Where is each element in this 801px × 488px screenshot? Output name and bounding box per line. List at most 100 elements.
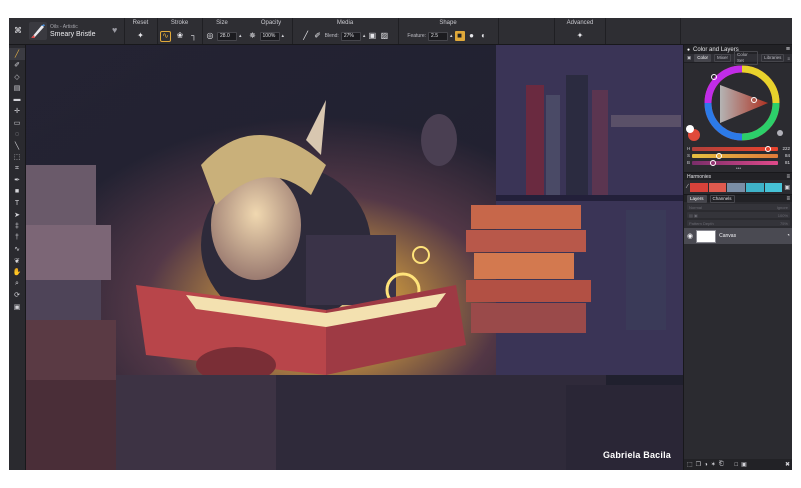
tab-layers[interactable]: Layers [687,194,707,203]
size-field[interactable]: 28.0 [217,31,237,41]
media-brush-icon[interactable]: ╱ [301,31,311,41]
lock-shape-icon[interactable]: ■ [454,31,465,41]
new-layer-icon[interactable]: ⬚ [687,461,693,468]
color-swatch[interactable] [764,182,783,192]
panel-title: Color and Layers [693,46,739,53]
slider-label: B [687,160,691,165]
fill-icon[interactable]: ▤ [9,83,25,95]
eyedropper-icon[interactable]: ‡ [9,221,25,233]
crop-icon[interactable]: ⌗ [9,163,25,175]
smudge-icon[interactable]: ❦ [9,255,25,267]
mask-icon[interactable]: ◑ [704,462,708,468]
dropper-icon[interactable]: † [9,232,25,244]
blender-icon[interactable]: ✐ [9,60,25,72]
pen-icon[interactable]: ✒ [9,175,25,187]
color-section-icon: ▣ [687,55,692,60]
slider-h[interactable]: H 222 [684,145,792,152]
line-icon[interactable]: ╲ [9,140,25,152]
depth-label: Pattern Depth [689,220,714,226]
layer-item-canvas[interactable]: ◉ Canvas ◔ [684,228,792,244]
hand-icon[interactable]: ✋ [9,267,25,279]
group-icon[interactable]: ❐ [696,461,701,468]
depth-row[interactable]: Pattern Depth 75% [687,220,790,226]
layers-menu-icon[interactable]: ≡ [786,196,790,202]
size-stepper-icon[interactable]: ▴ [239,33,242,39]
blend-mode-row[interactable]: Normal Ignore [687,204,790,210]
slider-b[interactable]: B 81 [684,159,792,166]
liquify-icon[interactable]: ∿ [9,244,25,256]
brush-library-icon[interactable]: ⌘ [13,26,23,36]
trash-icon[interactable]: ✖ [785,461,790,468]
panel-dot-icon: ● [687,46,691,53]
select-rect-icon[interactable]: ▭ [9,117,25,129]
tab-channels[interactable]: Channels [709,194,735,203]
slider-track[interactable] [692,145,778,152]
pointer-icon[interactable]: ➤ [9,209,25,221]
text-icon[interactable]: T [9,198,25,210]
lock-layer-icon[interactable]: ▣ [741,461,747,468]
shape-tilt-icon[interactable]: ◐ [479,31,489,41]
square-icon[interactable]: □ [735,462,739,468]
opacity-field[interactable]: 100% [259,31,280,41]
shape-icon[interactable]: ■ [9,186,25,198]
brush-thumbnail-icon[interactable] [29,22,47,40]
zoom-icon[interactable]: ⌕ [9,278,25,290]
media-smudge-icon[interactable]: ✐ [313,31,323,41]
slider-value[interactable]: 81 [780,160,790,165]
slider-track[interactable] [692,152,778,159]
feature-stepper-icon[interactable]: ▴ [450,33,453,39]
eraser-icon[interactable]: ◇ [9,71,25,83]
transform-icon[interactable]: ⬚ [9,152,25,164]
opacity-row[interactable]: ▤ ▣ 100% [687,212,790,218]
eraser-block-icon[interactable]: ▬ [9,94,25,106]
slider-value[interactable]: 222 [780,146,790,151]
blend-stepper-icon[interactable]: ▴ [363,33,366,39]
tab-libraries[interactable]: Libraries [761,54,785,62]
heart-icon[interactable]: ♥ [112,25,117,35]
slider-value[interactable]: 84 [780,153,790,158]
brush-preset-section[interactable]: ⌘ Oils - Artistic Smeary Bristle ♥ [9,18,125,44]
slider-track[interactable] [692,159,778,166]
harmonies-menu-icon[interactable]: ≡ [786,174,790,180]
blend-field[interactable]: 27% [340,31,361,41]
eye-icon[interactable]: ◉ [687,232,693,240]
slider-knob[interactable] [709,159,716,166]
opacity-dial-icon[interactable]: ✵ [248,31,258,41]
rotate-icon[interactable]: ⟳ [9,290,25,302]
reset-brush-icon[interactable]: ✦ [136,31,146,41]
layer-options-icon[interactable]: ◔ [786,233,790,239]
feature-field[interactable]: 2.5 [428,31,449,41]
layer-thumbnail [696,229,717,243]
color-wheel[interactable] [684,63,792,145]
color-swatch[interactable] [745,182,764,192]
texture-paper-icon[interactable]: ▨ [379,31,389,41]
size-dial-icon[interactable]: ◎ [205,31,215,41]
color-wheel-area[interactable] [684,63,792,145]
tab-mixer[interactable]: Mixer [714,54,732,62]
move-icon[interactable]: ✛ [9,106,25,118]
duplicate-icon[interactable]: ⎗ [719,461,724,468]
color-menu-icon[interactable]: ≡ [787,56,790,61]
color-swatch[interactable] [708,182,727,192]
lasso-icon[interactable]: ◌ [9,129,25,141]
brush-settings-icon[interactable]: ✦ [575,31,585,41]
stroke-line-icon[interactable]: ┐ [189,31,199,41]
stroke-curve-icon[interactable]: ❀ [175,31,185,41]
color-swatch[interactable] [690,182,708,192]
effects-icon[interactable]: ✶ [711,461,716,468]
panel-menu-icon[interactable]: ≡ [786,46,790,53]
texture-grain-icon[interactable]: ▣ [367,31,377,41]
slider-knob[interactable] [764,145,771,152]
stroke-freehand-icon[interactable]: ∿ [160,30,171,42]
opacity-stepper-icon[interactable]: ▴ [282,33,285,39]
slider-s[interactable]: S 84 [684,152,792,159]
shape-round-icon[interactable]: ● [467,31,477,41]
slider-knob[interactable] [715,152,722,159]
tab-color[interactable]: Color [694,54,712,62]
lock-icon[interactable]: ▣ [784,184,790,191]
reference-icon[interactable]: ▣ [9,301,25,313]
color-swatch[interactable] [727,182,745,192]
canvas-area[interactable]: Gabriela Bacila [26,45,683,470]
paint-brush-icon[interactable]: ╱ [9,48,25,60]
harmony-wand-icon[interactable]: ∕ [687,184,688,190]
